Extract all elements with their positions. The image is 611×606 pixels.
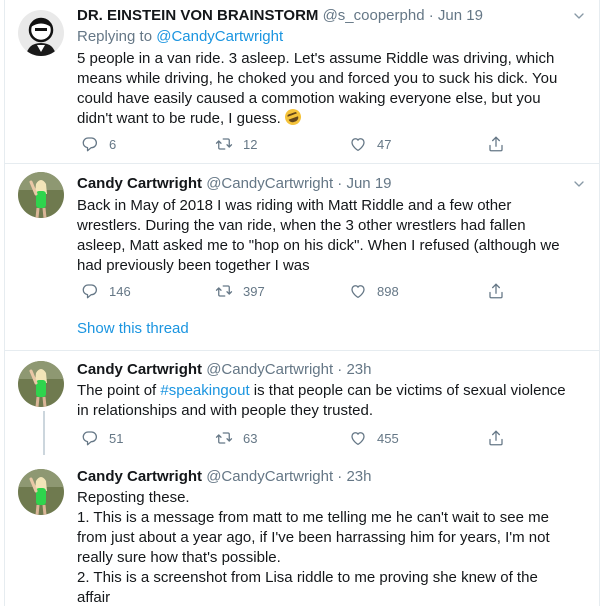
thread-connector bbox=[43, 411, 45, 455]
separator-dot: · bbox=[337, 468, 343, 485]
tweet-header: DR. EINSTEIN VON BRAINSTORM @s_cooperphd… bbox=[77, 6, 591, 28]
like-count: 898 bbox=[377, 283, 399, 299]
like-count: 455 bbox=[377, 430, 399, 446]
timestamp[interactable]: Jun 19 bbox=[346, 175, 391, 192]
user-handle[interactable]: @CandyCartwright bbox=[206, 468, 333, 485]
tweet-text-line: 1. This is a message from matt to me tel… bbox=[77, 509, 549, 526]
display-name[interactable]: Candy Cartwright bbox=[77, 361, 202, 378]
tweet-text: The point of #speakingout is that people… bbox=[77, 381, 583, 421]
share-icon bbox=[487, 135, 505, 153]
user-handle[interactable]: @CandyCartwright bbox=[206, 361, 333, 378]
display-name[interactable]: Candy Cartwright bbox=[77, 468, 202, 485]
chevron-down-icon[interactable] bbox=[571, 176, 587, 197]
reply-icon bbox=[81, 135, 99, 153]
reply-button[interactable]: 51 bbox=[81, 428, 123, 448]
tweet-text-line: in relationships and with people they tr… bbox=[77, 402, 374, 419]
tweet-text: Back in May of 2018 I was riding with Ma… bbox=[77, 196, 583, 276]
avatar[interactable] bbox=[18, 10, 64, 56]
timestamp[interactable]: 23h bbox=[346, 468, 371, 485]
avatar[interactable] bbox=[18, 361, 64, 407]
tweet-text-line: wrestlers. During the van ride, when the… bbox=[77, 217, 526, 234]
tweet-actions: 51 63 455 bbox=[77, 428, 517, 448]
mention-link[interactable]: @CandyCartwright bbox=[156, 28, 283, 45]
reply-count: 51 bbox=[109, 430, 124, 446]
like-button[interactable]: 898 bbox=[349, 281, 399, 301]
avatar[interactable] bbox=[18, 172, 64, 218]
retweet-count: 397 bbox=[243, 283, 265, 299]
separator-dot: · bbox=[337, 361, 343, 378]
separator-dot: · bbox=[428, 7, 434, 24]
tweet-header: Candy Cartwright @CandyCartwright · 23h bbox=[77, 360, 591, 382]
display-name[interactable]: Candy Cartwright bbox=[77, 175, 202, 192]
heart-icon bbox=[349, 282, 367, 300]
rolling-on-floor-laughing-emoji bbox=[282, 106, 304, 128]
like-button[interactable]: 455 bbox=[349, 428, 399, 448]
tweet[interactable]: DR. EINSTEIN VON BRAINSTORM @s_cooperphd… bbox=[5, 0, 600, 163]
share-button[interactable] bbox=[487, 134, 505, 154]
tweet-header: Candy Cartwright @CandyCartwright · Jun … bbox=[77, 174, 591, 196]
tweet-header: Candy Cartwright @CandyCartwright · 23h bbox=[77, 467, 591, 489]
tweet-text-line: affair bbox=[77, 589, 111, 606]
share-button[interactable] bbox=[487, 281, 505, 301]
user-handle[interactable]: @CandyCartwright bbox=[206, 175, 333, 192]
tweet-text-line: Back in May of 2018 I was riding with Ma… bbox=[77, 197, 512, 214]
tweet-text-line: means while driving, he choked you and f… bbox=[77, 70, 558, 87]
tweet-text-line: is that people can be victims of sexual … bbox=[249, 382, 566, 399]
chevron-down-icon[interactable] bbox=[571, 8, 587, 29]
retweet-icon bbox=[215, 282, 233, 300]
timestamp[interactable]: Jun 19 bbox=[438, 7, 483, 24]
reply-button[interactable]: 146 bbox=[81, 281, 131, 301]
tweet-text-line: could have easily caused a commotion wak… bbox=[77, 90, 541, 107]
reply-icon bbox=[81, 282, 99, 300]
reply-count: 146 bbox=[109, 283, 131, 299]
tweet[interactable]: Candy Cartwright @CandyCartwright · 23h … bbox=[5, 455, 599, 606]
heart-icon bbox=[349, 429, 367, 447]
tweet-text-line: asleep, Matt asked me to "hop on his dic… bbox=[77, 237, 560, 254]
share-button[interactable] bbox=[487, 428, 505, 448]
reply-button[interactable]: 6 bbox=[81, 134, 116, 154]
retweet-count: 63 bbox=[243, 430, 258, 446]
tweet-text-line: didn't want to be rude, I guess. bbox=[77, 110, 285, 127]
tweet-actions: 6 12 47 bbox=[77, 134, 517, 154]
hashtag-link[interactable]: #speakingout bbox=[160, 382, 249, 399]
tweet-text: Reposting these. 1. This is a message fr… bbox=[77, 488, 583, 606]
tweet-text: 5 people in a van ride. 3 asleep. Let's … bbox=[77, 49, 583, 129]
avatar[interactable] bbox=[18, 469, 64, 515]
tweet-text-line-wrap: didn't want to be rude, I guess. bbox=[77, 106, 583, 129]
replying-to-label: Replying to bbox=[77, 28, 157, 45]
tweet-text-line: 2. This is a screenshot from Lisa riddle… bbox=[77, 569, 538, 586]
retweet-count: 12 bbox=[243, 136, 258, 152]
replying-to: Replying to @CandyCartwright bbox=[77, 27, 283, 47]
tweet-timeline: DR. EINSTEIN VON BRAINSTORM @s_cooperphd… bbox=[4, 0, 600, 606]
tweet-text-line: The point of bbox=[77, 382, 161, 399]
user-handle[interactable]: @s_cooperphd bbox=[323, 7, 425, 24]
display-name[interactable]: DR. EINSTEIN VON BRAINSTORM bbox=[77, 7, 318, 24]
show-thread-link[interactable]: Show this thread bbox=[77, 320, 189, 337]
share-icon bbox=[487, 282, 505, 300]
tweet-text-line: from just about a year ago, if I've been… bbox=[77, 529, 550, 546]
like-button[interactable]: 47 bbox=[349, 134, 391, 154]
tweet-text-line-wrap: The point of #speakingout is that people… bbox=[77, 381, 583, 401]
heart-icon bbox=[349, 135, 367, 153]
tweet-text-line: 5 people in a van ride. 3 asleep. Let's … bbox=[77, 50, 555, 67]
share-icon bbox=[487, 429, 505, 447]
retweet-icon bbox=[215, 429, 233, 447]
retweet-icon bbox=[215, 135, 233, 153]
timestamp[interactable]: 23h bbox=[346, 361, 371, 378]
retweet-button[interactable]: 63 bbox=[215, 428, 257, 448]
tweet-actions: 146 397 898 bbox=[77, 281, 517, 301]
like-count: 47 bbox=[377, 136, 392, 152]
tweet[interactable]: Candy Cartwright @CandyCartwright · 23h … bbox=[5, 351, 599, 455]
retweet-button[interactable]: 397 bbox=[215, 281, 265, 301]
retweet-button[interactable]: 12 bbox=[215, 134, 257, 154]
separator-dot: · bbox=[337, 175, 343, 192]
tweet-text-line: had previously been together I was bbox=[77, 257, 310, 274]
tweet-text-line: really sure how that's possible. bbox=[77, 549, 281, 566]
tweet-text-line: Reposting these. bbox=[77, 489, 190, 506]
reply-icon bbox=[81, 429, 99, 447]
reply-count: 6 bbox=[109, 136, 117, 152]
tweet[interactable]: Candy Cartwright @CandyCartwright · Jun … bbox=[5, 164, 600, 350]
